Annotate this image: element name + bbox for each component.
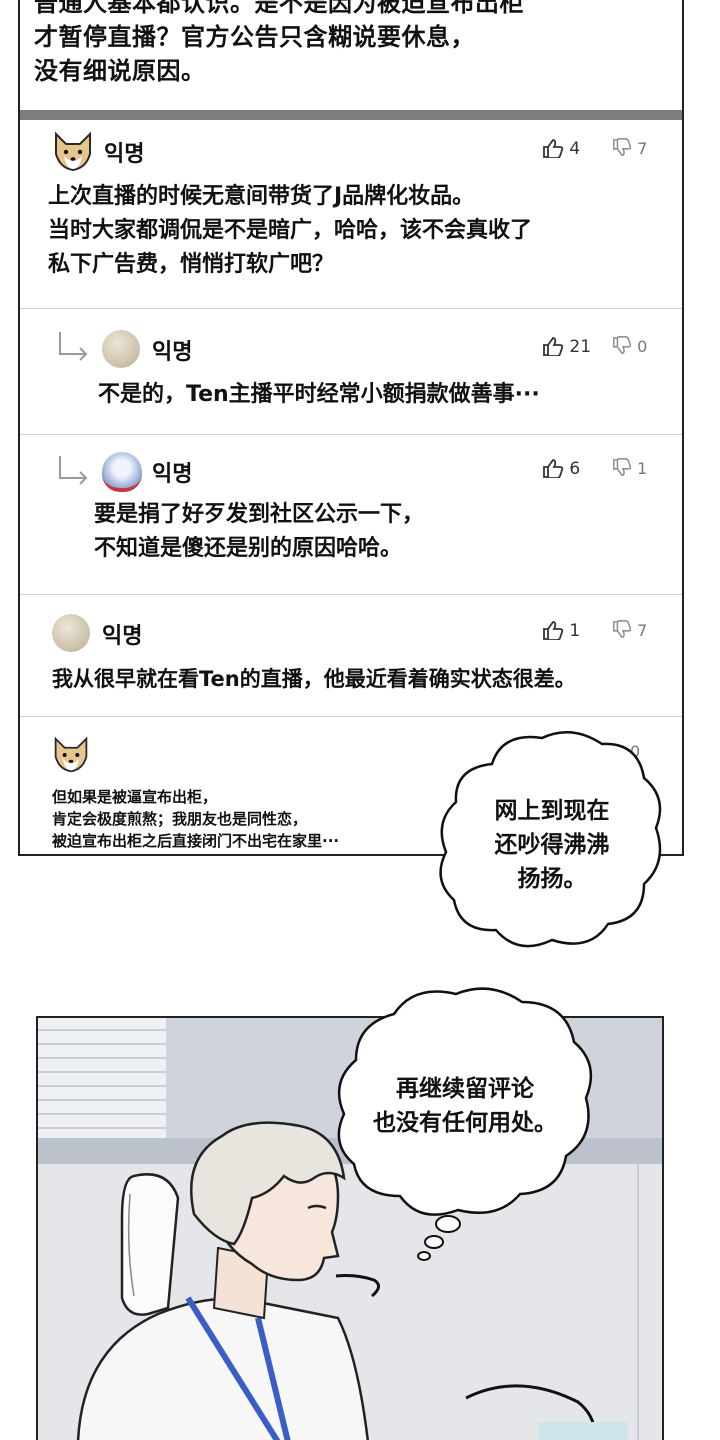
post-line: 没有细说原因。 [34,57,206,85]
avatar [102,330,140,368]
comment-author: 익명 [152,462,193,487]
thumbs-up-icon [543,459,564,479]
dislike-count: 0 [637,337,648,356]
comment-text: 我从很早就在看Ten的直播，他最近看着确实状态很差。 [52,662,576,696]
post-body: 普通人基本都认识。是不是因为被迫宣布出柜 才暂停直播？官方公告只含糊说要休息， … [34,0,664,88]
reply-arrow-icon [59,456,88,485]
comment-line: 不是的，Ten主播平时经常小额捐款做善事··· [98,382,540,407]
dislike-count: 7 [637,621,648,640]
comment-line: 私下广告费，悄悄打软广吧？ [48,252,335,277]
reply-item: 익명 21 0 不是的，Ten主播平时经常小额捐款做善事··· [20,308,682,435]
comment-author: 익명 [104,142,145,167]
thumbs-up-icon [543,139,564,159]
comment-line: 被迫宣布出柜之后直接闭门不出宅在家里··· [52,832,340,850]
thumbs-down-icon [613,336,632,355]
thumbs-down-icon [613,138,632,157]
bubble-text: 网上到现在 还吵得沸沸 扬扬。 [462,794,642,896]
like-count: 4 [569,139,581,159]
comment-line: 我从很早就在看Ten的直播，他最近看着确实状态很差。 [52,667,576,691]
thumbs-up-icon [543,337,564,357]
comment-line: 上次直播的时候无意间带货了J品牌化妆品。 [48,184,475,209]
reply-arrow-icon [59,332,88,361]
like-button[interactable]: 1 [542,620,580,641]
comment-text: 上次直播的时候无意间带货了J品牌化妆品。 当时大家都调侃是不是暗广，哈哈，该不会… [48,180,532,282]
bear-avatar [102,452,142,492]
like-button[interactable]: 21 [542,336,591,357]
comment-text: 要是捐了好歹发到社区公示一下， 不知道是傻还是别的原因哈哈。 [94,498,424,566]
bubble-line: 还吵得沸沸 [494,832,610,858]
dislike-count: 1 [637,459,648,478]
comment-text: 但如果是被逼宣布出柜， 肯定会极度煎熬；我朋友也是同性恋， 被迫宣布出柜之后直接… [52,786,339,852]
like-count: 21 [569,337,592,357]
dislike-button[interactable]: 0 [612,336,647,356]
comment-text: 不是的，Ten主播平时经常小额捐款做善事··· [98,378,540,412]
comment-author: 익명 [102,624,143,649]
comment-author: 익명 [152,340,193,365]
bubble-text: 再继续留评论 也没有任何用处。 [352,1072,578,1140]
reply-item: 익명 6 1 要是捐了好歹发到社区公示一下， 不知道是傻还是别的原因哈哈。 [20,434,682,595]
dislike-button[interactable]: 7 [612,620,647,640]
thumbs-up-icon [543,621,564,641]
like-button[interactable]: 4 [542,138,580,159]
post-line: 才暂停直播？官方公告只含糊说要休息， [34,23,475,51]
bubble-line: 再继续留评论 [396,1076,534,1102]
like-count: 1 [569,621,581,641]
comment-item: 익명 1 7 我从很早就在看Ten的直播，他最近看着确实状态很差。 [20,594,682,717]
post-line: 普通人基本都认识。是不是因为被迫宣布出柜 [34,0,524,17]
section-separator [20,110,682,120]
bubble-line: 扬扬。 [517,866,587,892]
comment-line: 但如果是被逼宣布出柜， [52,788,218,806]
comment-line: 当时大家都调侃是不是暗广，哈哈，该不会真收了 [48,218,533,243]
thumbs-down-icon [613,620,632,639]
comment-item: 익명 4 7 上次直播的时候无意间带货了J品牌化妆品。 当时大家都调侃是不是暗广… [20,120,682,309]
comment-line: 肯定会极度煎熬；我朋友也是同性恋， [52,810,308,828]
dislike-count: 7 [637,139,648,158]
like-count: 6 [569,459,581,479]
like-button[interactable]: 6 [542,458,580,479]
bubble-line: 网上到现在 [494,798,610,824]
thumbs-down-icon [613,458,632,477]
avatar [52,614,90,652]
shiba-dog-icon [52,131,94,172]
comment-line: 不知道是傻还是别的原因哈哈。 [94,536,403,561]
dislike-button[interactable]: 7 [612,138,647,158]
comment-line: 要是捐了好歹发到社区公示一下， [94,502,425,527]
bubble-line: 也没有任何用处。 [373,1110,557,1136]
dislike-button[interactable]: 1 [612,458,647,478]
shiba-dog-icon [52,736,90,774]
